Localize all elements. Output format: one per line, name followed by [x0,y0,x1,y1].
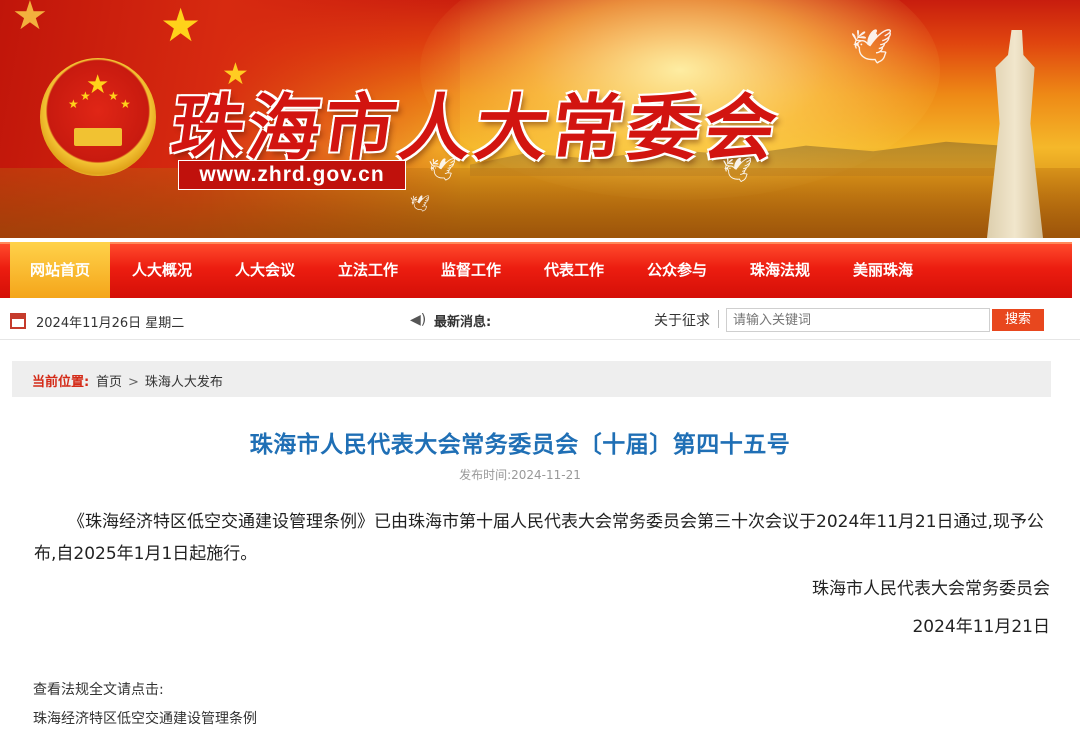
speaker-icon: ◀) [410,312,427,328]
signature-date: 2024年11月21日 [912,617,1050,637]
news-ticker-item[interactable]: 关于征求 [654,310,710,330]
search-input[interactable] [726,308,990,332]
nav-item-supervision[interactable]: 监督工作 [421,242,521,298]
article-body: 《珠海经济特区低空交通建设管理条例》已由珠海市第十届人民代表大会常务委员会第三十… [34,512,1044,564]
article-title: 珠海市人民代表大会常务委员会〔十届〕第四十五号 [249,432,791,458]
nav-item-meetings[interactable]: 人大会议 [215,242,315,298]
divider [718,310,719,328]
law-full-text-link[interactable]: 珠海经济特区低空交通建设管理条例 [33,708,257,728]
search-button[interactable]: 搜索 [992,309,1044,331]
signature-organization: 珠海市人民代表大会常务委员会 [812,579,1050,599]
national-emblem-icon: ★ ★ ★ ★ ★ [40,58,156,176]
current-date: 2024年11月26日 星期二 [36,316,185,331]
nav-item-regulations[interactable]: 珠海法规 [730,242,830,298]
see-full-text-label: 查看法规全文请点击: [33,682,164,698]
nav-item-home[interactable]: 网站首页 [10,242,110,298]
nav-item-deputies[interactable]: 代表工作 [524,242,624,298]
dove-icon: 🕊 [410,194,431,213]
info-bar: 2024年11月26日 星期二 ◀) 最新消息: 关于征求 搜索 [0,300,1080,340]
nav-item-overview[interactable]: 人大概况 [112,242,212,298]
breadcrumb-home-link[interactable]: 首页 [96,375,122,390]
main-nav: 网站首页 人大概况 人大会议 立法工作 监督工作 代表工作 公众参与 珠海法规 … [0,238,1080,300]
calendar-icon [10,313,26,329]
breadcrumb-separator: > [128,375,139,390]
banner-sea [0,168,1080,238]
publish-time: 发布时间:2024-11-21 [459,468,581,482]
nav-item-legislation[interactable]: 立法工作 [318,242,418,298]
flag-star-icon: ★ [160,0,202,52]
nav-item-beautiful-zhuhai[interactable]: 美丽珠海 [833,242,933,298]
breadcrumb-path: 首页 > 珠海人大发布 [96,371,223,390]
dove-icon: 🕊 [428,158,456,183]
flag-star-icon: ★ [12,0,48,39]
site-banner: ★ ★ ★ ★ ★ ★ ★ ★ 珠海市人大常委会 www.zhrd.gov.cn… [0,0,1080,238]
breadcrumb-section-link[interactable]: 珠海人大发布 [145,375,223,390]
dove-icon: 🕊 [850,27,894,67]
site-url: www.zhrd.gov.cn [178,160,406,190]
breadcrumb: 当前位置: 首页 > 珠海人大发布 [12,361,1051,397]
site-title: 珠海市人大常委会 [166,85,787,170]
fisher-girl-statue [987,30,1043,238]
breadcrumb-label: 当前位置: [32,375,90,390]
nav-item-public[interactable]: 公众参与 [627,242,727,298]
latest-news-label: 最新消息: [434,315,492,330]
dove-icon: 🕊 [722,156,753,184]
